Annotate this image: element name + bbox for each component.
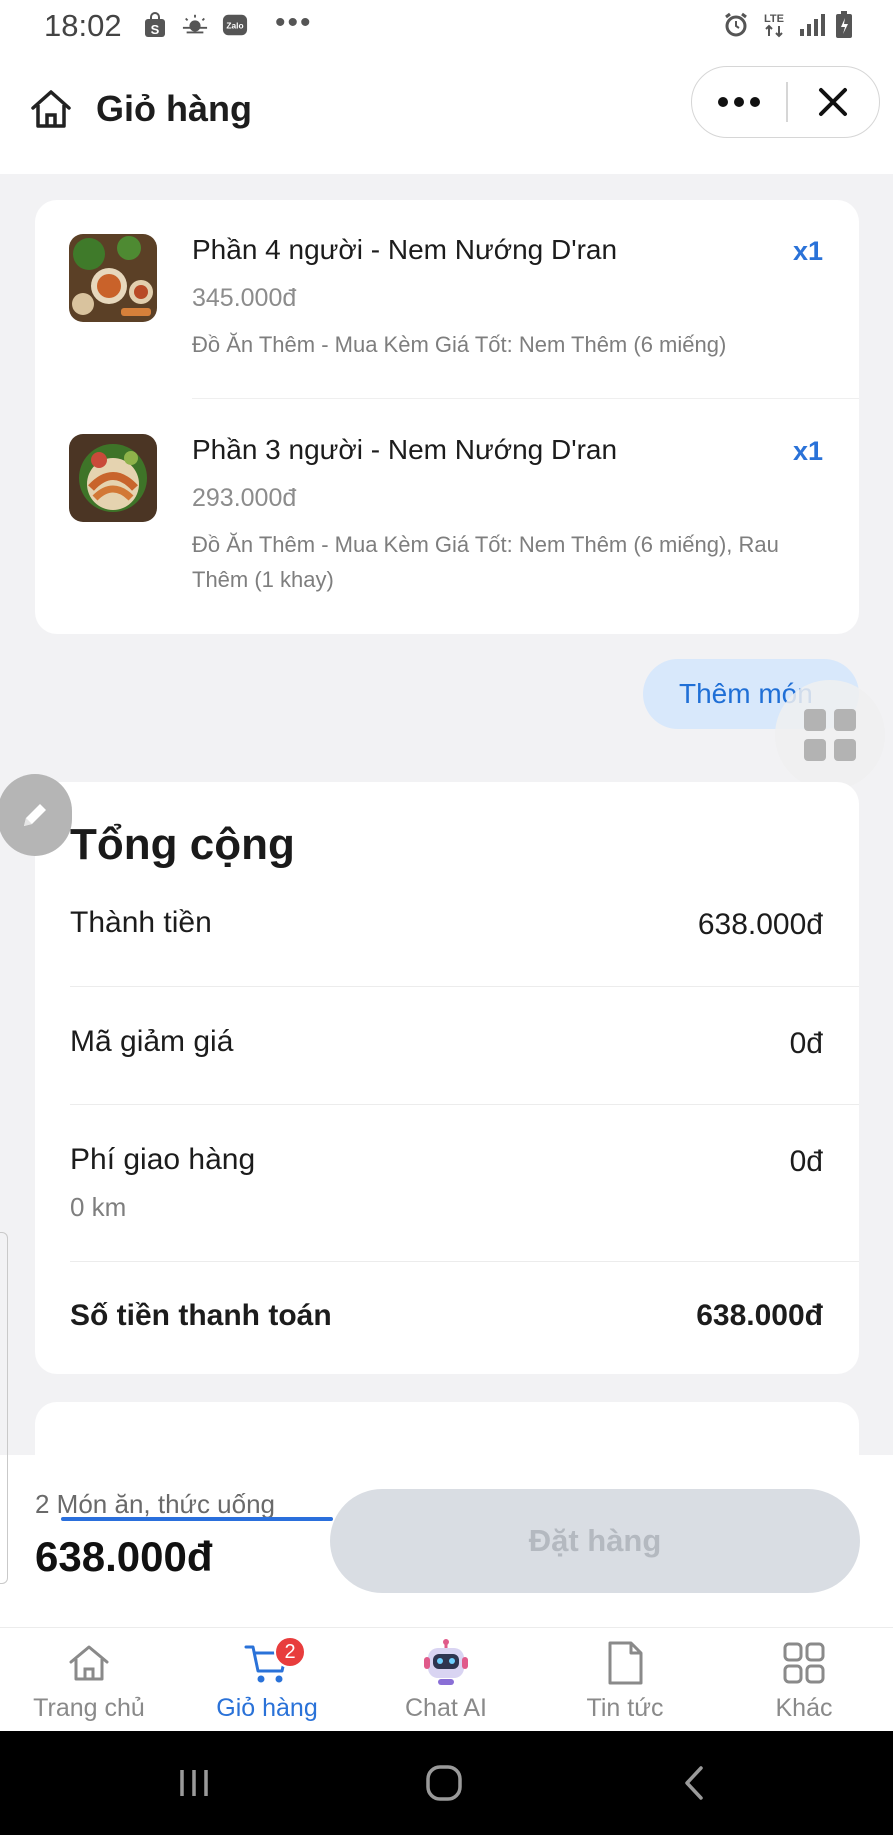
tab-home[interactable]: Trang chủ — [0, 1628, 178, 1732]
home-icon — [64, 1638, 114, 1688]
signal-icon — [799, 13, 825, 42]
status-bar: 18:02 S Zalo ••• LTE — [0, 0, 893, 52]
tab-label: Tin tức — [586, 1694, 664, 1722]
tab-label: Chat AI — [405, 1694, 487, 1722]
row-divider — [70, 1104, 859, 1105]
edge-handle[interactable] — [0, 1232, 8, 1584]
tab-more[interactable]: Khác — [715, 1628, 893, 1732]
row-divider — [70, 986, 859, 987]
place-order-button[interactable]: Đặt hàng — [330, 1489, 860, 1593]
back-icon[interactable] — [664, 1757, 724, 1809]
home-icon[interactable] — [28, 86, 74, 132]
close-icon[interactable] — [788, 67, 880, 137]
more-dots-icon[interactable] — [692, 67, 786, 137]
item-price: 345.000đ — [192, 284, 297, 312]
item-count-link[interactable]: 2 Món ăn, thức uống — [35, 1489, 275, 1520]
grid-icon — [779, 1638, 829, 1688]
food-image — [69, 234, 157, 322]
row-divider — [70, 1261, 859, 1262]
payable-label: Số tiền thanh toán — [70, 1299, 332, 1332]
shopee-icon: S — [142, 12, 168, 38]
zalo-icon: Zalo — [222, 12, 248, 38]
item-name: Phần 4 người - Nem Nướng D'ran — [192, 234, 618, 265]
robot-icon — [421, 1638, 471, 1688]
floating-edit-button[interactable] — [0, 774, 72, 856]
tab-cart[interactable]: 2 Giỏ hàng — [178, 1628, 356, 1732]
cart-items-card: Phần 4 người - Nem Nướng D'ran x1 345.00… — [35, 200, 859, 634]
svg-text:Zalo: Zalo — [226, 21, 243, 31]
mini-app-capsule — [691, 66, 880, 138]
app-header: Giỏ hàng — [0, 52, 893, 174]
floating-grid-button[interactable] — [775, 680, 885, 790]
total-title: Tổng cộng — [70, 820, 295, 869]
item-note: Đồ Ăn Thêm - Mua Kèm Giá Tốt: Nem Thêm (… — [192, 532, 779, 592]
more-notifications-icon: ••• — [275, 6, 313, 39]
weather-icon — [182, 12, 208, 38]
item-divider — [192, 398, 859, 399]
svg-text:LTE: LTE — [764, 13, 784, 25]
tab-chat-ai[interactable]: Chat AI — [357, 1628, 535, 1732]
system-nav-bar — [0, 1731, 893, 1835]
lte-icon: LTE — [759, 10, 789, 45]
cart-item[interactable]: Phần 4 người - Nem Nướng D'ran x1 345.00… — [35, 200, 859, 400]
shipping-distance: 0 km — [70, 1192, 127, 1222]
payable-value: 638.000đ — [696, 1299, 823, 1332]
bottom-tab-bar: Trang chủ 2 Giỏ hàng Chat AI Tin tức Khá… — [0, 1627, 893, 1731]
status-left-icons: S Zalo — [142, 12, 248, 38]
tab-news[interactable]: Tin tức — [536, 1628, 714, 1732]
status-time: 18:02 — [44, 8, 122, 43]
discount-label[interactable]: Mã giảm giá — [70, 1025, 233, 1059]
checkout-bar: 2 Món ăn, thức uống 638.000đ Đặt hàng — [0, 1455, 893, 1627]
discount-value: 0đ — [789, 1027, 823, 1060]
item-quantity: x1 — [792, 236, 823, 266]
total-card: Tổng cộng Thành tiền 638.000đ Mã giảm gi… — [35, 782, 859, 1374]
svg-text:S: S — [151, 22, 160, 37]
tab-label: Trang chủ — [33, 1694, 145, 1722]
subtotal-value: 638.000đ — [697, 908, 823, 941]
shipping-value: 0đ — [789, 1145, 823, 1178]
battery-icon — [835, 11, 853, 44]
subtotal-label: Thành tiền — [70, 906, 212, 939]
grid-icon — [804, 709, 856, 761]
food-image — [69, 434, 157, 522]
page-title: Giỏ hàng — [96, 88, 252, 129]
home-nav-icon[interactable] — [414, 1757, 474, 1809]
pencil-icon — [24, 804, 46, 826]
tab-label: Giỏ hàng — [216, 1694, 318, 1722]
item-quantity: x1 — [792, 436, 823, 466]
cart-item[interactable]: Phần 3 người - Nem Nướng D'ran x1 293.00… — [35, 400, 859, 634]
shipping-label: Phí giao hàng — [70, 1143, 256, 1176]
scroll-indicator — [61, 1517, 333, 1521]
recent-apps-icon[interactable] — [164, 1757, 224, 1809]
item-price: 293.000đ — [192, 484, 297, 512]
item-note: Đồ Ăn Thêm - Mua Kèm Giá Tốt: Nem Thêm (… — [192, 332, 727, 357]
item-name: Phần 3 người - Nem Nướng D'ran — [192, 434, 618, 465]
status-right-icons: LTE — [723, 10, 853, 45]
cart-badge: 2 — [274, 1636, 306, 1668]
alarm-icon — [723, 12, 749, 43]
checkout-total: 638.000đ — [35, 1533, 213, 1580]
tab-label: Khác — [775, 1694, 833, 1722]
document-icon — [600, 1638, 650, 1688]
